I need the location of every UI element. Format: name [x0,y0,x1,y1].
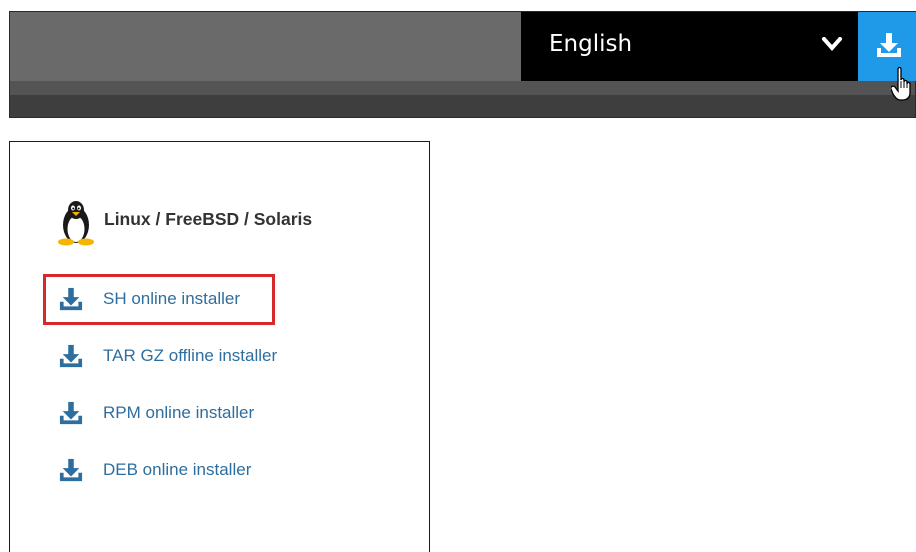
language-select[interactable]: English [521,12,858,81]
installer-link-targz[interactable]: TAR GZ offline installer [59,341,277,371]
os-title: Linux / FreeBSD / Solaris [104,208,313,229]
hand-cursor-icon [891,66,911,101]
download-icon [59,401,83,425]
download-icon [877,33,901,57]
tux-penguin-icon [58,201,94,246]
os-heading: Linux / FreeBSD / Solaris [56,198,312,246]
installer-link-deb[interactable]: DEB online installer [59,455,251,485]
highlight-box [43,274,275,325]
header-lower-band [10,81,915,95]
download-icon [59,458,83,482]
installer-label: TAR GZ offline installer [103,346,278,365]
installer-link-rpm[interactable]: RPM online installer [59,398,254,428]
language-selected-value: English [549,31,633,57]
header-bar: English [9,11,916,118]
chevron-down-icon [822,37,842,51]
installer-label: DEB online installer [103,460,252,479]
download-icon [59,344,83,368]
installer-label: RPM online installer [103,403,255,422]
download-panel: Linux / FreeBSD / Solaris SH online inst… [9,141,430,552]
